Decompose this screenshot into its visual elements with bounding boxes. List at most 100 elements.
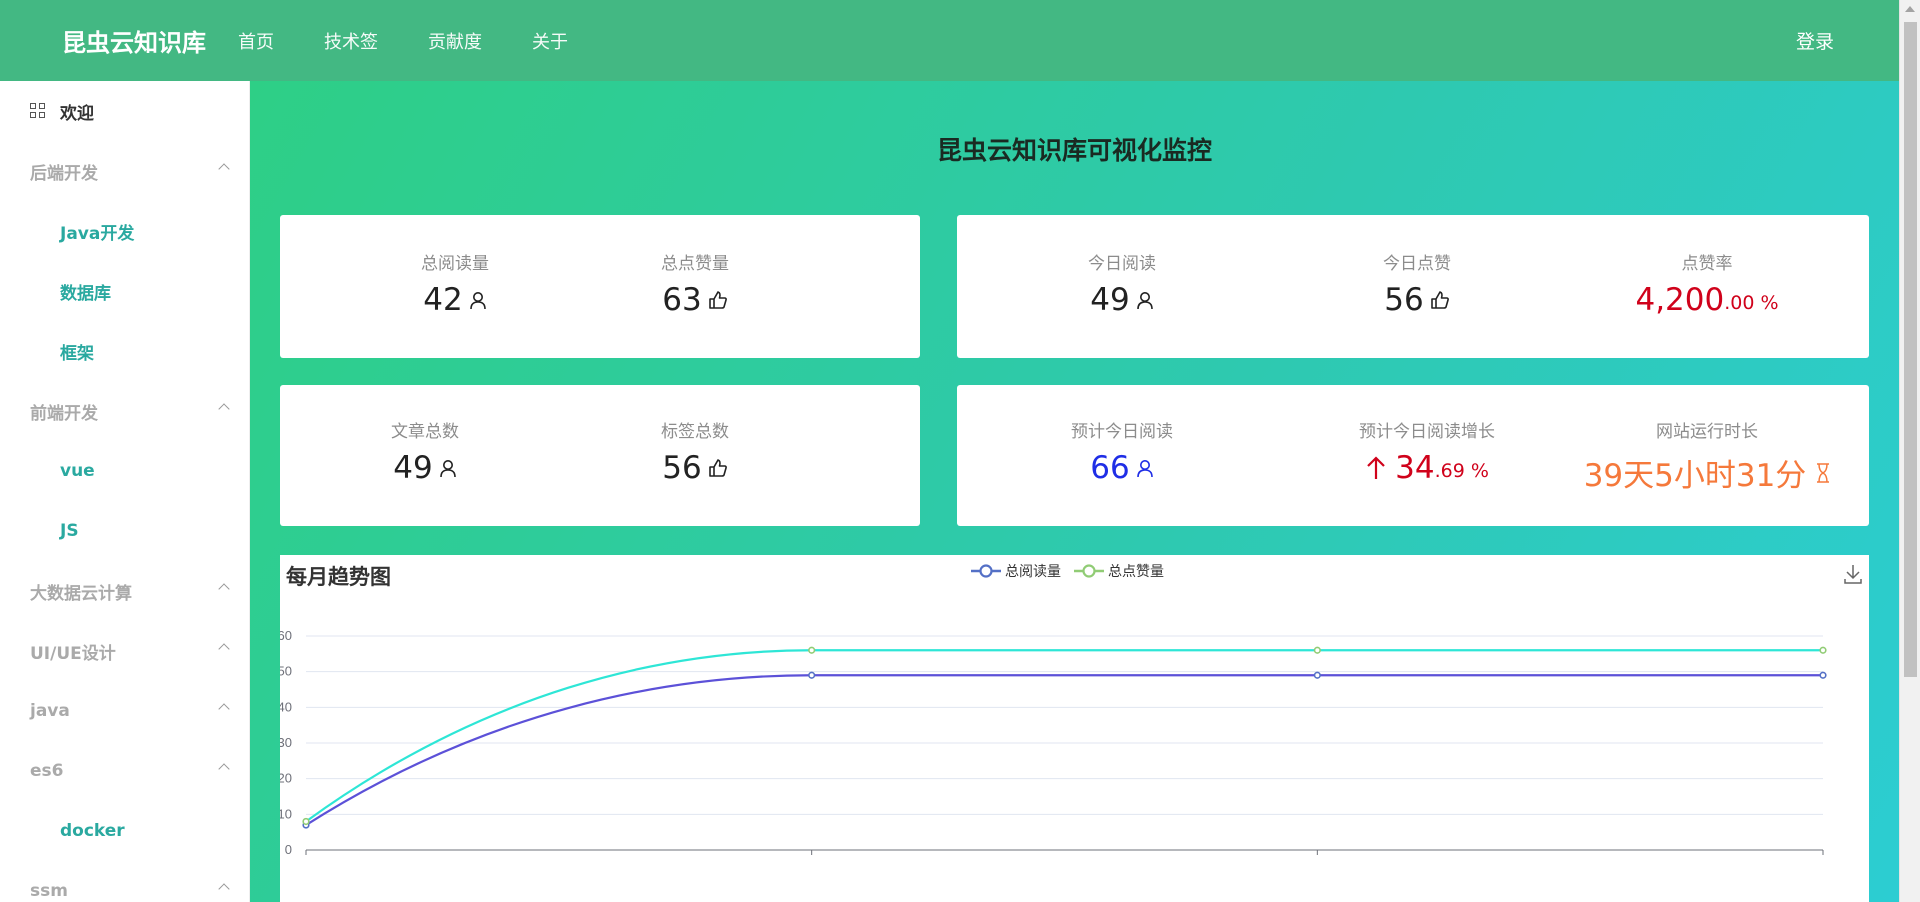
stat-label: 总阅读量 — [421, 254, 489, 274]
stat-label: 点赞率 — [1681, 254, 1733, 274]
thumbs-up-icon — [1430, 291, 1449, 309]
stat-total-read: 总阅读量 42 — [360, 249, 550, 318]
sidebar-item-js[interactable]: JS — [0, 501, 250, 561]
y-tick-label: 0 — [285, 842, 292, 857]
scroll-up-icon[interactable] — [1905, 6, 1915, 12]
stat-label: 预计今日阅读 — [1071, 422, 1173, 442]
stat-label: 今日阅读 — [1088, 254, 1156, 274]
sidebar-group-bigdata[interactable]: 大数据云计算 — [0, 561, 250, 621]
stat-label: 今日点赞 — [1383, 254, 1451, 274]
data-point — [1313, 671, 1321, 679]
stat-predict-growth: 预计今日阅读增长 34.69 % — [1307, 417, 1547, 486]
stat-like-rate: 点赞率 4,200.00 % — [1577, 249, 1837, 318]
stat-total-like: 总点赞量 63 — [600, 249, 790, 318]
stats-card-total: 总阅读量 42 总点赞量 63 — [280, 215, 920, 358]
page-scrollbar[interactable] — [1899, 0, 1920, 902]
page-title: 昆虫云知识库可视化监控 — [936, 136, 1212, 165]
stat-value-row: 4,200.00 % — [1577, 282, 1837, 318]
chevron-up-icon — [218, 643, 230, 655]
sidebar-item-label: JS — [60, 521, 79, 541]
stat-tag-count: 标签总数 56 — [600, 417, 790, 486]
chevron-up-icon — [218, 703, 230, 715]
stat-value: 4,200 — [1635, 282, 1725, 318]
stats-card-content: 文章总数 49 标签总数 56 — [280, 385, 920, 526]
data-point — [808, 646, 816, 654]
stat-value: 39天5小时31分 — [1583, 458, 1807, 494]
sidebar-menu: 欢迎 后端开发 Java开发 数据库 框架 前端开发 vue JS 大数据云计算… — [0, 81, 250, 902]
sidebar-group-label: 大数据云计算 — [30, 583, 132, 604]
user-icon — [439, 460, 456, 478]
stat-label: 网站运行时长 — [1656, 422, 1758, 442]
stat-value-row: 49 — [330, 450, 520, 486]
scroll-thumb[interactable] — [1904, 22, 1917, 677]
sidebar-item-database[interactable]: 数据库 — [0, 261, 250, 321]
stat-predict-read: 预计今日阅读 66 — [1002, 417, 1242, 486]
data-point — [1819, 671, 1827, 679]
sidebar-group-backend[interactable]: 后端开发 — [0, 141, 250, 201]
y-tick-label: 10 — [280, 806, 292, 821]
sidebar-item-docker[interactable]: docker — [0, 801, 250, 861]
sidebar-group-label: es6 — [30, 761, 64, 781]
stat-value: 42 — [423, 282, 463, 318]
login-button[interactable]: 登录 — [1796, 27, 1834, 54]
stat-value: 49 — [1090, 282, 1130, 318]
data-point — [1313, 646, 1321, 654]
sidebar-group-java[interactable]: java — [0, 681, 250, 741]
sidebar-group-label: 前端开发 — [30, 403, 98, 424]
y-tick-label: 30 — [280, 735, 292, 750]
stat-value-decimal: .69 % — [1434, 460, 1489, 482]
sidebar-item-label: docker — [60, 821, 125, 841]
nav-about[interactable]: 关于 — [532, 28, 568, 54]
sidebar-group-frontend[interactable]: 前端开发 — [0, 381, 250, 441]
sidebar-item-label: vue — [60, 461, 95, 481]
stats-card-prediction: 预计今日阅读 66 预计今日阅读增长 34.69 % 网站运行时长 39天5小时… — [957, 385, 1869, 526]
stat-value: 66 — [1090, 450, 1130, 486]
nav-home[interactable]: 首页 — [238, 28, 274, 54]
stat-article-count: 文章总数 49 — [330, 417, 520, 486]
arrow-up-icon — [1367, 456, 1385, 479]
grid-icon — [30, 103, 46, 119]
user-icon — [1136, 292, 1153, 310]
sidebar-item-welcome[interactable]: 欢迎 — [0, 81, 250, 141]
stat-value-row: 56 — [1297, 282, 1537, 318]
monthly-trend-chart-card: 每月趋势图 总阅读量 总点赞量 0 10 20 30 40 50 60 — [280, 555, 1869, 902]
main-content: 昆虫云知识库可视化监控 总阅读量 42 总点赞量 63 今日阅读 49 今日点赞… — [250, 81, 1899, 902]
sidebar-group-uiue[interactable]: UI/UE设计 — [0, 621, 250, 681]
stat-value: 56 — [662, 450, 702, 486]
sidebar-group-ssm[interactable]: ssm — [0, 861, 250, 902]
stat-value: 63 — [662, 282, 702, 318]
user-icon — [469, 292, 486, 310]
nav-tags[interactable]: 技术签 — [324, 28, 378, 54]
hourglass-icon — [1817, 462, 1830, 483]
stat-value-row: 42 — [360, 282, 550, 318]
data-point — [302, 817, 310, 826]
sidebar-item-label: 框架 — [60, 343, 94, 364]
stat-value: 56 — [1384, 282, 1424, 318]
stat-label: 预计今日阅读增长 — [1359, 422, 1495, 442]
stat-label: 标签总数 — [661, 422, 729, 442]
series-line-0 — [305, 674, 1823, 826]
y-tick-label: 20 — [280, 771, 292, 786]
thumbs-up-icon — [708, 459, 727, 477]
stat-uptime: 网站运行时长 39天5小时31分 — [1557, 417, 1857, 495]
sidebar-group-es6[interactable]: es6 — [0, 741, 250, 801]
sidebar-item-framework[interactable]: 框架 — [0, 321, 250, 381]
chevron-up-icon — [218, 883, 230, 895]
sidebar-item-java-dev[interactable]: Java开发 — [0, 201, 250, 261]
data-point — [808, 671, 816, 679]
user-icon — [1136, 460, 1153, 478]
site-logo[interactable]: 昆虫云知识库 — [62, 23, 232, 58]
stat-value-row: 66 — [1002, 450, 1242, 486]
chevron-up-icon — [218, 583, 230, 595]
stat-today-read: 今日阅读 49 — [1002, 249, 1242, 318]
stats-card-today: 今日阅读 49 今日点赞 56 点赞率 4,200.00 % — [957, 215, 1869, 358]
top-navbar: 昆虫云知识库 首页 技术签 贡献度 关于 登录 — [0, 0, 1899, 81]
thumbs-up-icon — [708, 291, 727, 309]
sidebar-item-vue[interactable]: vue — [0, 441, 250, 501]
stat-value-row: 34.69 % — [1307, 450, 1547, 486]
nav-contribution[interactable]: 贡献度 — [428, 28, 482, 54]
stat-value-row: 39天5小时31分 — [1557, 450, 1857, 495]
chevron-up-icon — [218, 403, 230, 415]
y-tick-label: 50 — [280, 664, 292, 679]
sidebar-item-label: Java开发 — [60, 223, 135, 244]
